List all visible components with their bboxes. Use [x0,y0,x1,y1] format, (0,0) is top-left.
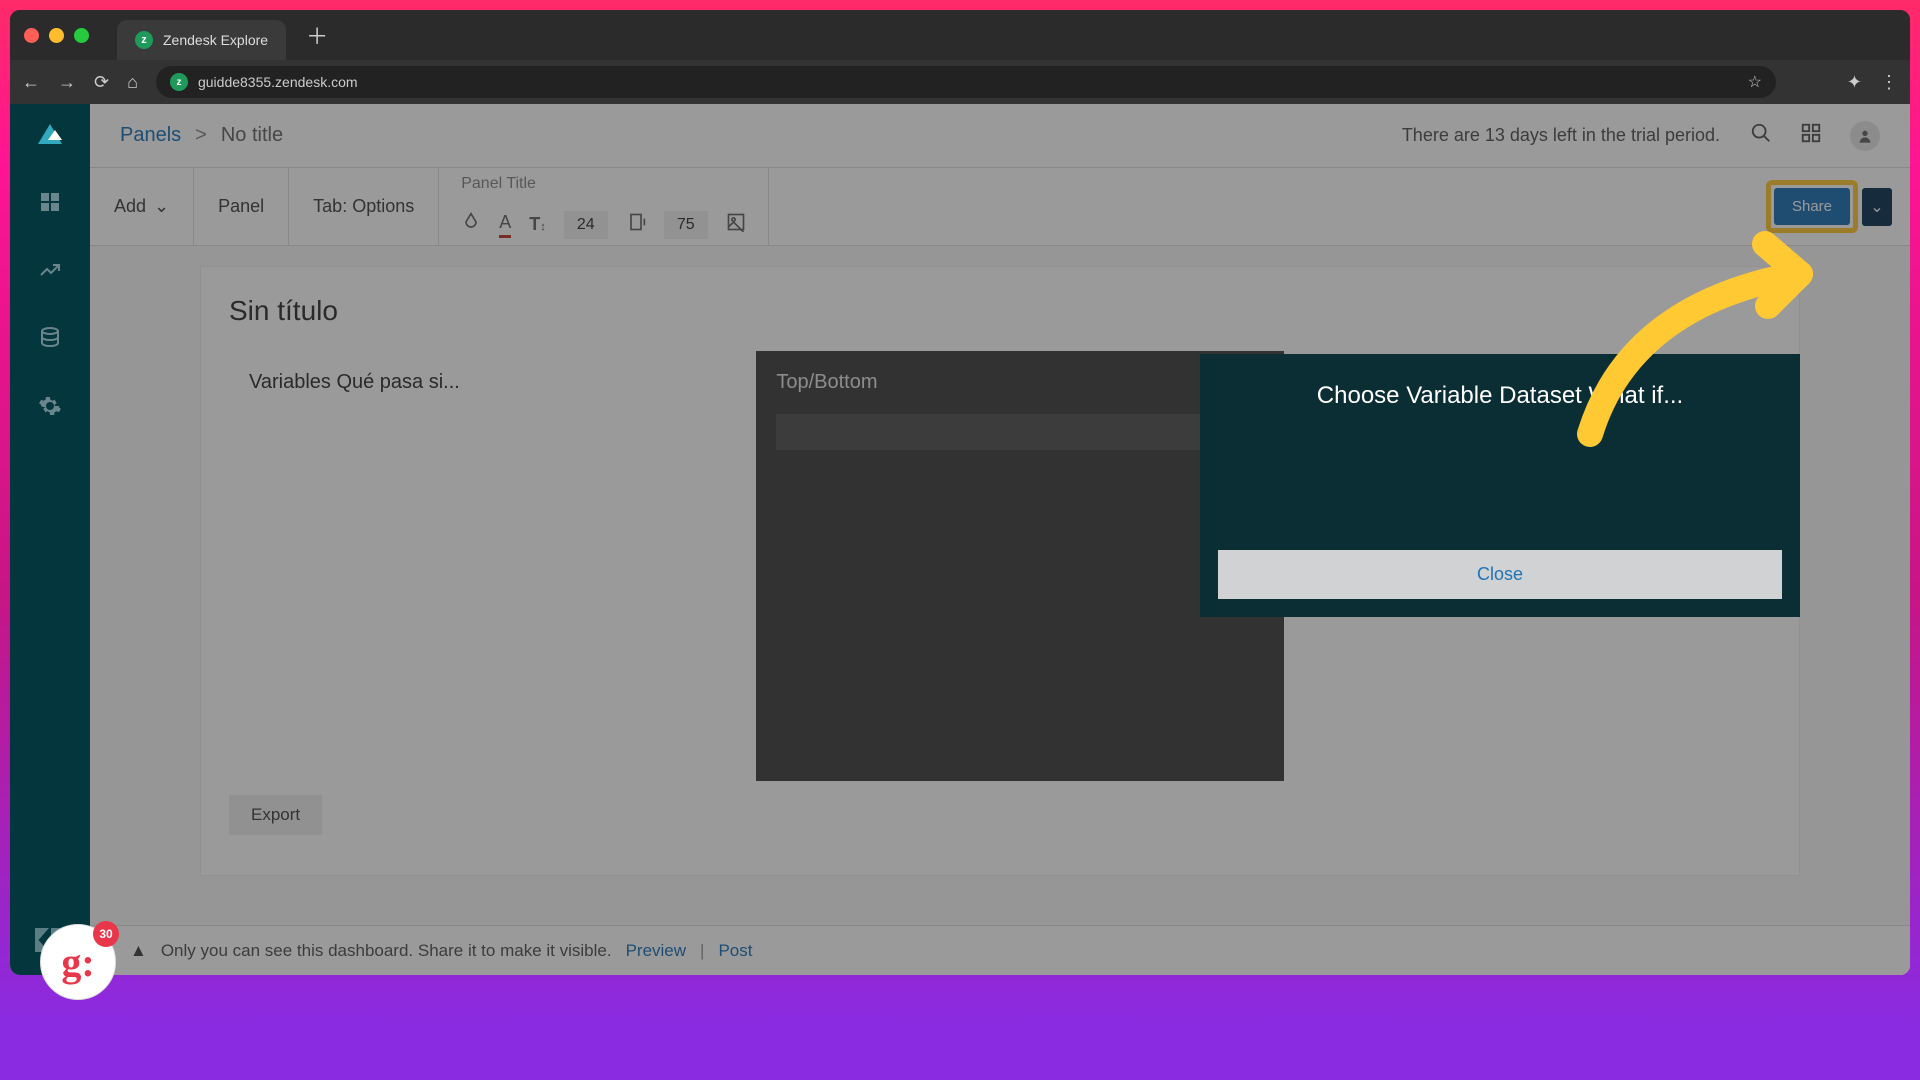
modal-overlay: Choose Variable Dataset What if... Close [90,104,1910,975]
new-tab-button[interactable]: ＋ [306,19,328,51]
maximize-window-icon[interactable] [74,28,89,43]
sidebar-dashboards[interactable] [30,182,70,222]
url-favicon-icon: z [170,73,188,91]
home-icon[interactable]: ⌂ [127,72,138,93]
sidebar [10,104,90,975]
url-text: guidde8355.zendesk.com [198,74,358,90]
guide-count-badge: 30 [93,921,119,947]
url-bar[interactable]: z guidde8355.zendesk.com ☆ [156,66,1776,98]
window-controls [24,28,89,43]
extensions-icon[interactable]: ✦ [1847,72,1862,93]
sidebar-reports[interactable] [30,250,70,290]
sidebar-datasets[interactable] [30,318,70,358]
app-container: Panels > No title There are 13 days left… [10,104,1910,975]
variable-dataset-modal: Choose Variable Dataset What if... Close [1200,354,1800,617]
browser-tab[interactable]: z Zendesk Explore [117,20,286,60]
tab-title: Zendesk Explore [163,32,268,48]
titlebar: z Zendesk Explore ＋ [10,10,1910,60]
modal-close-button[interactable]: Close [1218,550,1782,599]
modal-title: Choose Variable Dataset What if... [1218,382,1782,410]
reload-icon[interactable]: ⟳ [94,72,109,93]
close-window-icon[interactable] [24,28,39,43]
browser-navbar: ← → ⟳ ⌂ z guidde8355.zendesk.com ☆ ✦ ⋮ [10,60,1910,104]
back-icon[interactable]: ← [22,72,40,93]
sidebar-settings[interactable] [30,386,70,426]
guide-logo-icon: g: [61,939,94,986]
bookmark-icon[interactable]: ☆ [1748,72,1762,92]
minimize-window-icon[interactable] [49,28,64,43]
browser-window: z Zendesk Explore ＋ ← → ⟳ ⌂ z guidde8355… [10,10,1910,975]
sidebar-logo[interactable] [30,114,70,154]
forward-icon[interactable]: → [58,72,76,93]
browser-menu-icon[interactable]: ⋮ [1880,72,1898,93]
main-area: Panels > No title There are 13 days left… [90,104,1910,975]
tab-favicon-icon: z [135,31,153,49]
guide-badge[interactable]: g: 30 [40,924,116,1000]
